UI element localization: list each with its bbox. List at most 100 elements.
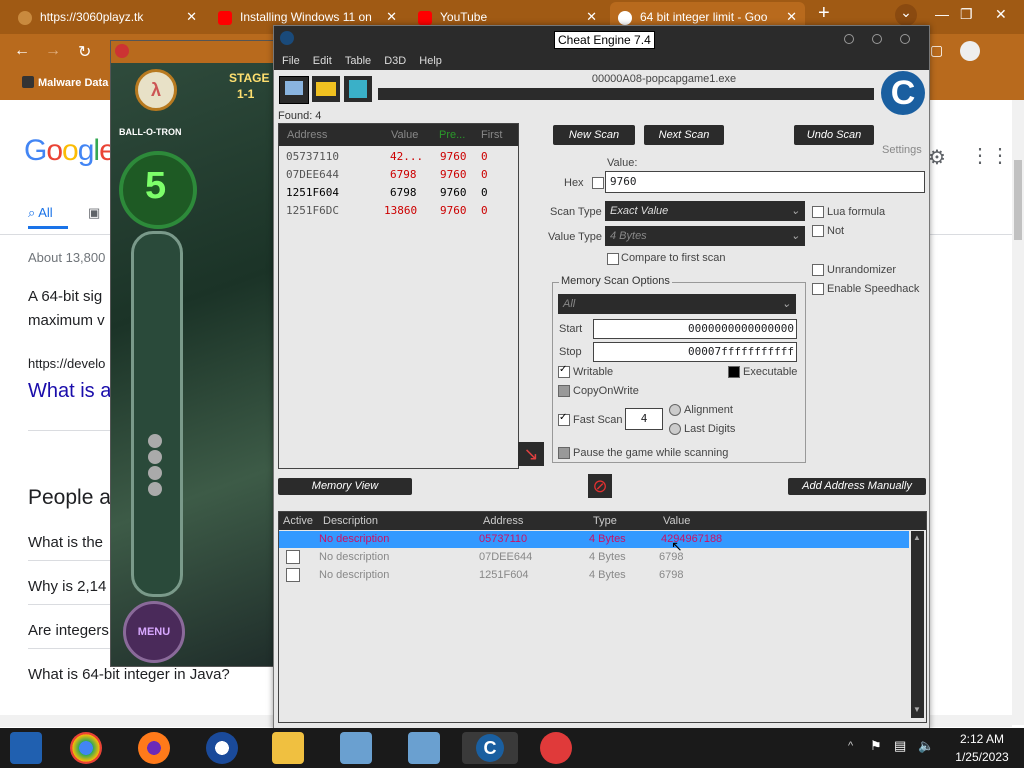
close-icon[interactable]: ✕ (186, 2, 197, 32)
undo-scan-button[interactable]: Undo Scan (794, 125, 874, 145)
result-row[interactable]: 05737110 42... 9760 0 (279, 150, 518, 168)
result-row[interactable]: 1251F6DC 13860 9760 0 (279, 204, 518, 222)
memory-view-button[interactable]: Memory View (278, 478, 412, 495)
bookmark-malware-data[interactable]: Malware Data (38, 77, 108, 89)
scrollbar-thumb[interactable] (1014, 160, 1022, 240)
value-input[interactable]: 9760 (605, 171, 925, 193)
file-explorer-icon[interactable] (272, 732, 304, 764)
result-row[interactable]: 1251F604 6798 9760 0 (279, 186, 518, 204)
firefox-icon[interactable] (138, 732, 170, 764)
network-icon[interactable]: ▤ (894, 738, 906, 754)
lua-formula-checkbox[interactable] (812, 206, 824, 218)
question-item[interactable]: Why is 2,14 (28, 578, 106, 595)
google-logo[interactable]: Google (24, 134, 116, 168)
clock-date[interactable]: 1/25/2023 (944, 750, 1020, 764)
region-select[interactable]: All ⌄ (558, 294, 796, 314)
fast-scan-input[interactable]: 4 (625, 408, 663, 430)
sidepanel-icon[interactable]: ▢ (930, 42, 943, 59)
next-scan-button[interactable]: Next Scan (644, 125, 724, 145)
active-checkbox[interactable] (286, 550, 300, 564)
flag-icon[interactable]: ⚑ (870, 738, 882, 754)
chevron-down-icon[interactable]: ⌄ (895, 4, 917, 26)
col-type[interactable]: Type (593, 515, 617, 527)
new-scan-button[interactable]: New Scan (553, 125, 635, 145)
menu-table[interactable]: Table (345, 52, 371, 70)
result-row[interactable]: 07DEE644 6798 9760 0 (279, 168, 518, 186)
fast-scan-checkbox[interactable] (558, 412, 570, 426)
menu-edit[interactable]: Edit (313, 52, 332, 70)
open-process-button[interactable] (279, 76, 309, 104)
clock-time[interactable]: 2:12 AM (952, 732, 1012, 746)
back-icon[interactable]: ← (14, 42, 30, 60)
hex-checkbox[interactable] (592, 177, 604, 189)
apps-icon[interactable]: ⋮⋮ (970, 143, 1010, 168)
peggle-icon[interactable] (540, 732, 572, 764)
cheat-engine-taskbar-icon[interactable]: C (462, 732, 518, 764)
last-digits-radio[interactable] (669, 423, 681, 435)
tab-all[interactable]: ⌕ All (28, 205, 53, 221)
settings-link[interactable]: Settings (882, 144, 922, 156)
stop-address-input[interactable]: 00007fffffffffff (593, 342, 797, 362)
minimize-icon[interactable]: — (935, 6, 949, 22)
scroll-up-icon[interactable]: ▲ (913, 533, 921, 542)
save-button[interactable] (344, 76, 372, 102)
page-scrollbar[interactable] (1012, 100, 1024, 725)
ce-titlebar[interactable]: Cheat Engine 7.4 (274, 26, 929, 52)
col-first[interactable]: First (481, 129, 502, 141)
table-row[interactable]: No description 1251F604 4 Bytes 6798 (279, 567, 909, 584)
question-item[interactable]: What is the (28, 534, 103, 551)
col-value[interactable]: Value (663, 515, 690, 527)
result-title[interactable]: What is a (28, 380, 111, 403)
table-row[interactable]: No description 07DEE644 4 Bytes 6798 (279, 549, 909, 566)
address-table[interactable]: Active Description Address Type Value No… (278, 511, 927, 723)
restore-icon[interactable]: ❐ (960, 6, 973, 23)
browser-tab-1[interactable]: https://3060playz.tk ✕ (10, 2, 205, 32)
menu-file[interactable]: File (282, 52, 300, 70)
app-icon[interactable] (340, 732, 372, 764)
browser-app-icon[interactable] (206, 732, 238, 764)
question-item[interactable]: What is 64-bit integer in Java? (28, 666, 230, 683)
col-address[interactable]: Address (483, 515, 523, 527)
table-row-selected[interactable]: No description 05737110 4 Bytes 42949671… (279, 531, 909, 548)
menu-d3d[interactable]: D3D (384, 52, 406, 70)
volume-icon[interactable]: 🔈 (918, 738, 934, 754)
col-previous[interactable]: Pre... (439, 129, 465, 141)
stop-icon[interactable]: ⊘ (588, 474, 612, 498)
scroll-down-icon[interactable]: ▼ (913, 705, 921, 714)
question-item[interactable]: Are integers (28, 622, 109, 639)
images-icon[interactable]: ▣ (88, 205, 100, 221)
alignment-radio[interactable] (669, 404, 681, 416)
minimize-icon[interactable] (844, 34, 854, 44)
gear-icon[interactable]: ⚙ (928, 145, 946, 170)
app-icon[interactable] (408, 732, 440, 764)
not-checkbox[interactable] (812, 225, 824, 237)
close-icon[interactable] (900, 34, 910, 44)
add-to-list-arrow-icon[interactable]: ↘ (518, 442, 544, 466)
executable-checkbox[interactable] (728, 366, 740, 378)
chrome-icon[interactable] (70, 732, 102, 764)
new-tab-button[interactable]: + (818, 2, 830, 25)
game-titlebar[interactable] (111, 41, 277, 63)
chevron-up-icon[interactable]: ^ (848, 740, 853, 752)
maximize-icon[interactable] (872, 34, 882, 44)
ce-logo[interactable]: C (879, 71, 927, 137)
close-window-icon[interactable]: ✕ (995, 6, 1007, 23)
open-file-button[interactable] (312, 76, 340, 102)
col-description[interactable]: Description (323, 515, 378, 527)
menu-help[interactable]: Help (419, 52, 442, 70)
pause-game-checkbox[interactable] (558, 447, 570, 459)
active-checkbox[interactable] (286, 568, 300, 582)
speedhack-checkbox[interactable] (812, 283, 824, 295)
reload-icon[interactable]: ↻ (78, 42, 91, 62)
cheat-engine-window[interactable]: Cheat Engine 7.4 File Edit Table D3D Hel… (273, 25, 930, 730)
results-list[interactable]: Address Value Pre... First 05737110 42..… (278, 123, 519, 469)
value-type-select[interactable]: 4 Bytes ⌄ (605, 226, 805, 246)
unrandomizer-checkbox[interactable] (812, 264, 824, 276)
forward-icon[interactable]: → (45, 42, 61, 60)
col-active[interactable]: Active (283, 515, 313, 527)
result-url[interactable]: https://develo (28, 356, 105, 371)
add-address-button[interactable]: Add Address Manually (788, 478, 926, 495)
game-window[interactable]: λ STAGE 1-1 BALL-O-TRON 5 MENU (110, 40, 278, 667)
col-address[interactable]: Address (287, 129, 327, 141)
table-scrollbar[interactable]: ▲ ▼ (911, 531, 924, 718)
